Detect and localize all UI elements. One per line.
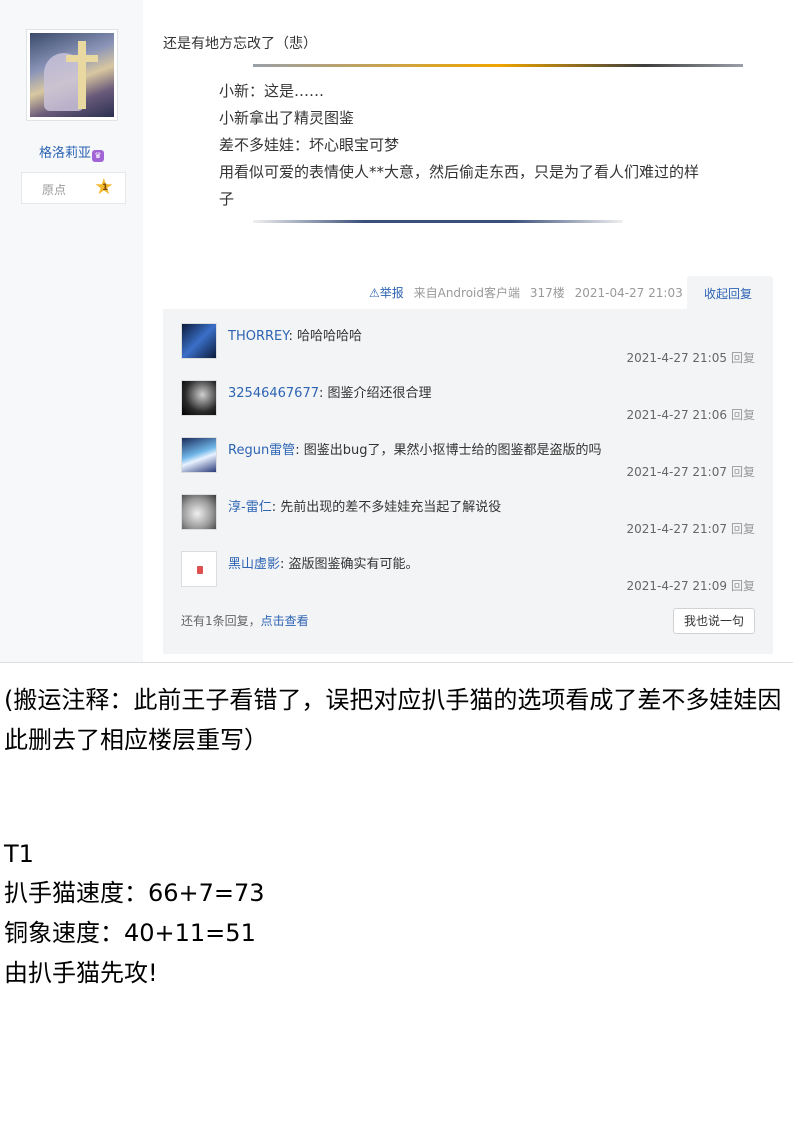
post-time: 2021-04-27 21:03: [574, 286, 683, 300]
quote-line: 小新拿出了精灵图鉴: [219, 109, 355, 127]
reply-text: : 图鉴出bug了，果然小抠博士给的图鉴都是盗版的吗: [295, 443, 602, 458]
reply-button[interactable]: 回复: [731, 351, 755, 365]
reply-meta: 2021-4-27 21:06 回复: [626, 406, 755, 423]
reply-avatar[interactable]: [181, 323, 217, 359]
quote-line: 小新：这是……: [219, 82, 325, 100]
reply-meta: 2021-4-27 21:07 回复: [626, 463, 755, 480]
reply-item: 黑山虚影: 盗版图鉴确实有可能。 2021-4-27 21:09 回复: [163, 537, 773, 594]
post-meta: ⚠举报 来自Android客户端 317楼 2021-04-27 21:03: [369, 284, 683, 301]
report-link[interactable]: ⚠举报: [369, 286, 404, 300]
author-panel: 格洛莉亚 ♛ 原点 ★ 1: [0, 0, 143, 662]
reply-content: 黑山虚影: 盗版图鉴确实有可能。: [228, 553, 419, 572]
warning-icon: ⚠: [369, 286, 380, 300]
reply-avatar[interactable]: [181, 551, 217, 587]
turn-label: T1: [4, 840, 34, 868]
reply-item: THORREY: 哈哈哈哈哈 2021-4-27 21:05 回复: [163, 309, 773, 366]
quote-line: 差不多娃娃：坏心眼宝可梦: [219, 136, 400, 154]
reply-item: 淳-雷仁: 先前出现的差不多娃娃充当起了解说役 2021-4-27 21:07 回…: [163, 480, 773, 537]
quote-bottom-border: [253, 220, 623, 223]
reply-button[interactable]: 回复: [731, 579, 755, 593]
avatar-image: [30, 33, 114, 117]
view-more-link[interactable]: 点击查看: [261, 614, 309, 628]
client-source: 来自Android客户端: [413, 286, 521, 300]
collapse-replies-tab[interactable]: 收起回复: [687, 276, 773, 310]
reply-text: : 盗版图鉴确实有可能。: [280, 557, 419, 572]
author-name-text[interactable]: 格洛莉亚: [39, 146, 91, 161]
rank-level: 1: [102, 183, 109, 193]
rank-badge[interactable]: 原点 ★ 1: [21, 172, 126, 204]
reply-time: 2021-4-27 21:07: [626, 465, 727, 479]
quote-line: 子: [219, 190, 235, 208]
quoted-image: 小新：这是…… 小新拿出了精灵图鉴 差不多娃娃：坏心眼宝可梦 用看似可爱的表情使…: [198, 64, 743, 224]
reply-username[interactable]: 黑山虚影: [228, 557, 280, 572]
collapse-replies-label[interactable]: 收起回复: [704, 285, 752, 302]
reply-avatar[interactable]: [181, 437, 217, 473]
author-avatar[interactable]: [26, 29, 118, 121]
reply-username[interactable]: Regun雷管: [228, 443, 295, 458]
speed-line: 扒手猫速度：66+7=73: [4, 879, 265, 907]
reply-button[interactable]: 回复: [731, 408, 755, 422]
repost-note: (搬运注释：此前王子看错了，误把对应扒手猫的选项看成了差不多娃娃因此删去了相应楼…: [4, 686, 782, 754]
floor-number: 317楼: [529, 286, 565, 300]
reply-avatar[interactable]: [181, 380, 217, 416]
reply-text: : 哈哈哈哈哈: [288, 329, 362, 344]
author-name[interactable]: 格洛莉亚 ♛: [0, 142, 143, 162]
reply-content: 淳-雷仁: 先前出现的差不多娃娃充当起了解说役: [228, 496, 501, 515]
reply-meta: 2021-4-27 21:09 回复: [626, 577, 755, 594]
quote-top-border: [253, 64, 743, 67]
reply-content: Regun雷管: 图鉴出bug了，果然小抠博士给的图鉴都是盗版的吗: [228, 439, 601, 458]
first-attack-line: 由扒手猫先攻!: [4, 959, 158, 987]
reply-meta: 2021-4-27 21:05 回复: [626, 349, 755, 366]
reply-time: 2021-4-27 21:06: [626, 408, 727, 422]
reply-button[interactable]: 回复: [731, 522, 755, 536]
reply-username[interactable]: THORREY: [228, 329, 288, 344]
reply-time: 2021-4-27 21:09: [626, 579, 727, 593]
default-avatar-icon: [197, 566, 203, 574]
reply-time: 2021-4-27 21:05: [626, 351, 727, 365]
post-content: 还是有地方忘改了（悲） 小新：这是…… 小新拿出了精灵图鉴 差不多娃娃：坏心眼宝…: [143, 0, 793, 662]
reply-username[interactable]: 淳-雷仁: [228, 500, 272, 515]
reply-item: Regun雷管: 图鉴出bug了，果然小抠博士给的图鉴都是盗版的吗 2021-4…: [163, 423, 773, 480]
speed-line: 铜象速度：40+11=51: [4, 919, 256, 947]
reply-avatar[interactable]: [181, 494, 217, 530]
report-label: 举报: [379, 286, 404, 300]
reply-content: THORREY: 哈哈哈哈哈: [228, 325, 362, 344]
reply-meta: 2021-4-27 21:07 回复: [626, 520, 755, 537]
reply-button[interactable]: 回复: [731, 465, 755, 479]
reply-content: 32546467677: 图鉴介绍还很合理: [228, 382, 432, 401]
add-reply-button[interactable]: 我也说一句: [673, 608, 755, 634]
more-replies-count: 还有1条回复，: [181, 614, 261, 628]
member-badge-icon: ♛: [92, 150, 104, 162]
reply-time: 2021-4-27 21:07: [626, 522, 727, 536]
post-intro-text: 还是有地方忘改了（悲）: [163, 36, 317, 52]
reply-list: THORREY: 哈哈哈哈哈 2021-4-27 21:05 回复 3254646…: [163, 309, 773, 654]
reply-text: : 先前出现的差不多娃娃充当起了解说役: [271, 500, 502, 515]
reply-item: 32546467677: 图鉴介绍还很合理 2021-4-27 21:06 回复: [163, 366, 773, 423]
reply-text: : 图鉴介绍还很合理: [318, 386, 432, 401]
section-divider: [0, 662, 793, 663]
rank-label: 原点: [42, 183, 67, 197]
quote-line: 用看似可爱的表情使人**大意，然后偷走东西，只是为了看人们难过的样: [219, 163, 700, 181]
post-floor: 格洛莉亚 ♛ 原点 ★ 1 还是有地方忘改了（悲） 小新：这是…… 小新拿出了精灵…: [0, 0, 793, 662]
reply-username[interactable]: 32546467677: [228, 386, 319, 401]
more-replies: 还有1条回复，点击查看: [181, 612, 309, 629]
